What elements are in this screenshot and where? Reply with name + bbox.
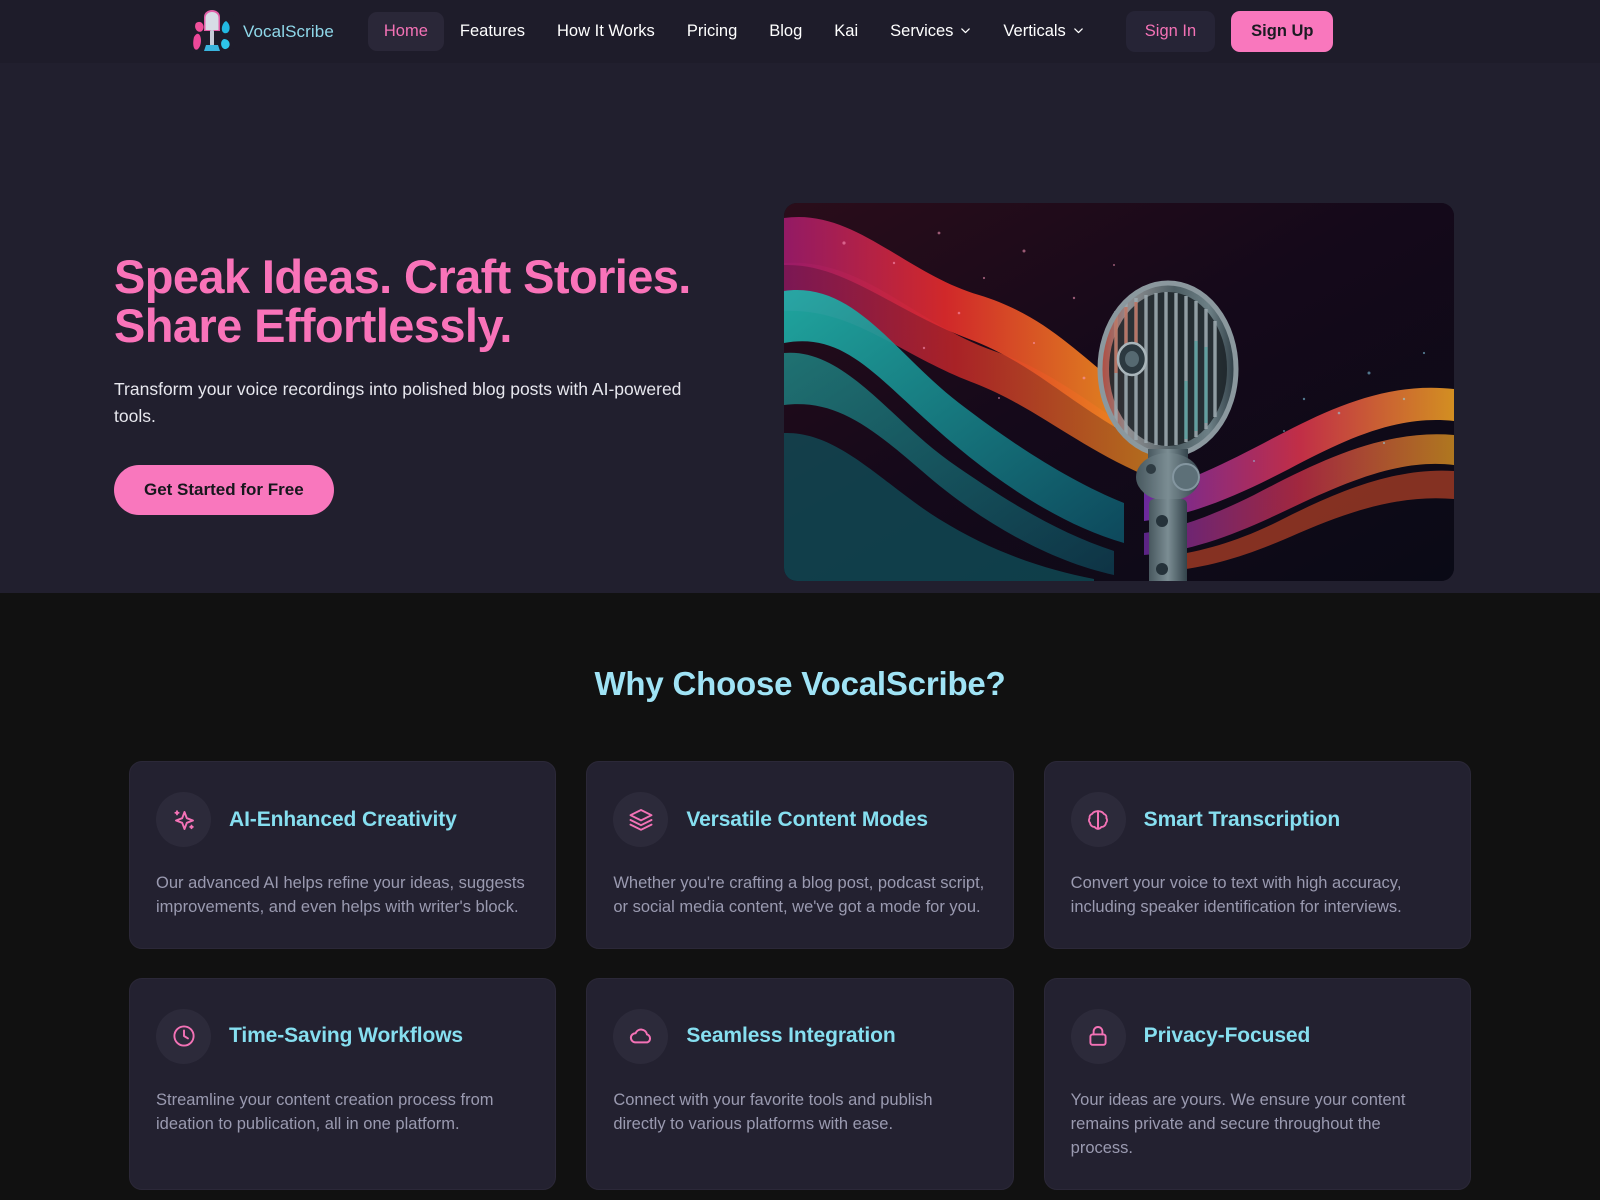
hero-subtext: Transform your voice recordings into pol… (114, 378, 682, 427)
features-grid: AI-Enhanced Creativity Our advanced AI h… (129, 761, 1471, 1190)
feature-card-description: Connect with your favorite tools and pub… (613, 1090, 933, 1133)
nav-item-features-label: Features (459, 22, 526, 40)
feature-card-privacy-focused[interactable]: Privacy-Focused Your ideas are yours. We… (1043, 977, 1471, 1190)
feature-card-header: Smart Transcription (1070, 792, 1444, 847)
nav-item-how-it-works-label: How It Works (557, 22, 655, 40)
features-section-title: Why Choose VocalScribe? (594, 665, 1006, 702)
feature-card-description: Streamline your content creation process… (156, 1090, 494, 1133)
nav-item-how-it-works[interactable]: How It Works (541, 12, 671, 51)
nav-links: Home Features How It Works Pricing Blog … (367, 12, 1100, 51)
nav-item-pricing-label: Pricing (686, 22, 738, 40)
feature-card-description: Whether you're crafting a blog post, pod… (613, 874, 985, 916)
feature-card-versatile-content-modes[interactable]: Versatile Content Modes Whether you're c… (586, 761, 1014, 949)
feature-card-header: Time-Saving Workflows (156, 1008, 529, 1064)
features-section: Why Choose VocalScribe? AI-Enhanced Crea… (0, 593, 1600, 1200)
feature-card-description: Your ideas are yours. We ensure your con… (1070, 1090, 1406, 1157)
top-navigation-bar: VocalScribe Home Features How It Works P… (0, 0, 1600, 63)
nav-item-kai[interactable]: Kai (818, 12, 874, 51)
feature-card-title: Versatile Content Modes (686, 807, 928, 831)
lock-icon (1070, 1008, 1126, 1064)
brain-icon (1070, 792, 1126, 847)
layers-icon (613, 792, 669, 847)
get-started-button[interactable]: Get Started for Free (114, 465, 334, 516)
feature-card-header: Versatile Content Modes (613, 792, 986, 847)
hero-headline: Speak Ideas. Craft Stories. Share Effort… (114, 250, 700, 352)
feature-card-description: Our advanced AI helps refine your ideas,… (156, 874, 525, 916)
feature-card-smart-transcription[interactable]: Smart Transcription Convert your voice t… (1043, 761, 1471, 949)
sign-in-button[interactable]: Sign In (1125, 11, 1216, 52)
nav-item-kai-label: Kai (834, 22, 859, 40)
nav-item-features[interactable]: Features (444, 12, 541, 51)
hero-image (784, 203, 1454, 581)
nav-item-services[interactable]: Services (874, 12, 987, 51)
clock-icon (156, 1008, 211, 1064)
feature-card-header: AI-Enhanced Creativity (156, 792, 529, 847)
nav-item-pricing[interactable]: Pricing (671, 12, 753, 51)
nav-item-services-label: Services (890, 22, 954, 40)
feature-card-time-saving-workflows[interactable]: Time-Saving Workflows Streamline your co… (129, 977, 557, 1190)
hero-section: Speak Ideas. Craft Stories. Share Effort… (0, 63, 1600, 593)
brand-name: VocalScribe (243, 21, 334, 41)
feature-card-title: Time-Saving Workflows (229, 1024, 464, 1048)
feature-card-title: Smart Transcription (1143, 807, 1341, 831)
nav-actions: Sign In Sign Up (1125, 11, 1334, 52)
nav-item-home[interactable]: Home (367, 12, 444, 51)
chevron-down-icon (960, 25, 971, 36)
feature-card-header: Privacy-Focused (1070, 1008, 1444, 1064)
chevron-down-icon (1073, 25, 1084, 36)
feature-card-title: AI-Enhanced Creativity (229, 807, 457, 831)
nav-item-home-label: Home (383, 22, 428, 40)
hero-text-block: Speak Ideas. Craft Stories. Share Effort… (0, 63, 700, 516)
microphone-splash-logo-icon (190, 8, 234, 55)
feature-card-ai-enhanced-creativity[interactable]: AI-Enhanced Creativity Our advanced AI h… (129, 761, 557, 949)
feature-card-header: Seamless Integration (613, 1008, 986, 1064)
nav-item-blog-label: Blog (769, 22, 803, 40)
nav-item-verticals-label: Verticals (1003, 22, 1066, 40)
nav-item-verticals[interactable]: Verticals (987, 12, 1099, 51)
brand-logo[interactable]: VocalScribe (190, 8, 334, 55)
feature-card-title: Seamless Integration (686, 1024, 896, 1048)
sign-up-button[interactable]: Sign Up (1231, 11, 1334, 52)
feature-card-title: Privacy-Focused (1143, 1024, 1311, 1048)
hero-headline-line-1: Speak Ideas. Craft Stories. (114, 250, 691, 303)
hero-headline-line-2: Share Effortlessly. (114, 298, 512, 352)
feature-card-seamless-integration[interactable]: Seamless Integration Connect with your f… (586, 977, 1014, 1190)
nav-item-blog[interactable]: Blog (753, 12, 818, 51)
feature-card-description: Convert your voice to text with high acc… (1070, 874, 1402, 916)
sparkles-icon (156, 792, 211, 847)
cloud-icon (613, 1008, 669, 1064)
